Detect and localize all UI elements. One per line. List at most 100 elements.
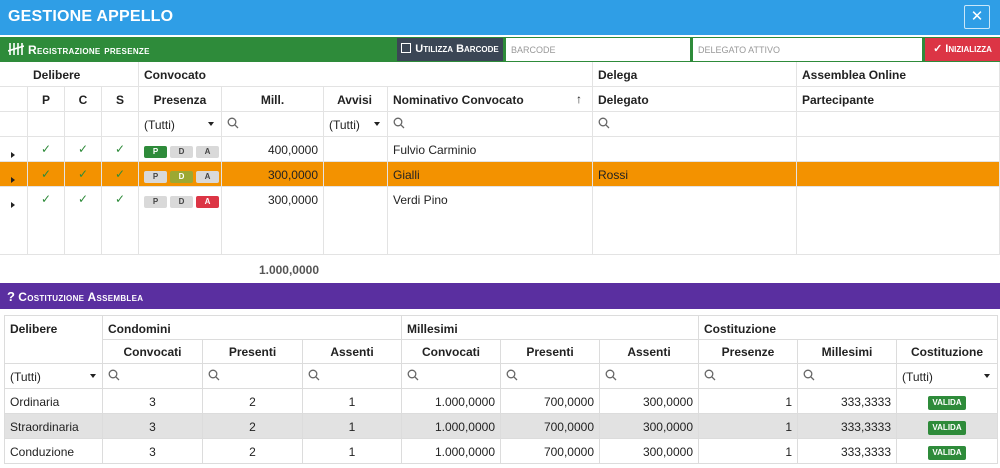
chevron-down-icon	[90, 374, 96, 378]
mill-assenti-value: 300,0000	[600, 389, 699, 414]
delibera-s-check[interactable]: ✓	[102, 162, 139, 187]
millesimi-filter-input[interactable]	[798, 364, 897, 389]
avvisi-filter-select[interactable]: (Tutti)	[324, 112, 388, 137]
checkmark-icon: ✓	[114, 142, 126, 156]
column-header-mill[interactable]: Mill.	[222, 87, 324, 112]
delibera-c-check[interactable]: ✓	[65, 162, 102, 187]
sort-ascending-icon: ↑	[576, 92, 582, 106]
delibera-p-check[interactable]: ✓	[28, 162, 65, 187]
column-header-partecipante[interactable]: Partecipante	[797, 87, 1000, 112]
costituzione-status-cell: VALIDA	[897, 439, 998, 464]
column-header-c[interactable]: C	[65, 87, 102, 112]
status-badge: VALIDA	[928, 446, 966, 460]
use-barcode-button[interactable]: Utilizza Barcode	[397, 38, 503, 61]
search-icon	[598, 117, 610, 129]
presence-p-button[interactable]: P	[144, 171, 167, 183]
column-header-assenti[interactable]: Assenti	[303, 340, 402, 364]
partecipante-value	[797, 187, 1000, 255]
nominativo-value: Verdi Pino	[388, 187, 593, 255]
barcode-icon	[401, 43, 412, 53]
delegato-filter-input[interactable]	[593, 112, 797, 137]
filter-cell-empty	[0, 112, 28, 137]
column-header-presenza[interactable]: Presenza	[139, 87, 222, 112]
presenza-filter-select[interactable]: (Tutti)	[139, 112, 222, 137]
presence-a-button[interactable]: A	[196, 196, 219, 208]
initialize-button[interactable]: ✓ Inizializza	[925, 38, 1000, 61]
presenze-filter-input[interactable]	[699, 364, 798, 389]
delibera-p-check[interactable]: ✓	[28, 187, 65, 255]
presence-d-button[interactable]: D	[170, 171, 193, 183]
presence-d-button[interactable]: D	[170, 146, 193, 158]
delibera-c-check[interactable]: ✓	[65, 137, 102, 162]
assenti-filter-input[interactable]	[303, 364, 402, 389]
nominativo-value: Fulvio Carminio	[388, 137, 593, 162]
chevron-down-icon	[984, 374, 990, 378]
delegato-value: Rossi	[593, 162, 797, 187]
row-expand-button[interactable]	[0, 187, 28, 255]
column-header-delegato[interactable]: Delegato	[593, 87, 797, 112]
mill-assenti-value: 300,0000	[600, 439, 699, 464]
presence-p-button[interactable]: P	[144, 146, 167, 158]
barcode-input[interactable]	[506, 38, 690, 61]
presence-a-button[interactable]: A	[196, 171, 219, 183]
row-expand-button[interactable]	[0, 162, 28, 187]
group-header-delega: Delega	[593, 62, 797, 87]
presenti-filter-input[interactable]	[203, 364, 303, 389]
expand-arrow-icon	[11, 152, 15, 158]
column-header-s[interactable]: S	[102, 87, 139, 112]
nominativo-filter-input[interactable]	[388, 112, 593, 137]
mill-convocati-value: 1.000,0000	[402, 414, 501, 439]
delibera-s-check[interactable]: ✓	[102, 187, 139, 255]
column-header-presenze[interactable]: Presenze	[699, 340, 798, 364]
delegato-value	[593, 187, 797, 255]
delibere-filter-select[interactable]: (Tutti)	[4, 364, 103, 389]
column-header-mill-assenti[interactable]: Assenti	[600, 340, 699, 364]
presence-d-button[interactable]: D	[170, 196, 193, 208]
mill-assenti-filter-input[interactable]	[600, 364, 699, 389]
mill-convocati-filter-input[interactable]	[402, 364, 501, 389]
convocati-value: 3	[103, 414, 203, 439]
delibera-c-check[interactable]: ✓	[65, 187, 102, 255]
delegate-input[interactable]	[693, 38, 922, 61]
column-header-p[interactable]: P	[28, 87, 65, 112]
presence-a-button[interactable]: A	[196, 146, 219, 158]
registration-title: Registrazione presenze	[7, 42, 150, 57]
delibera-s-check[interactable]: ✓	[102, 137, 139, 162]
column-header-presenti[interactable]: Presenti	[203, 340, 303, 364]
column-header-mill-presenti[interactable]: Presenti	[501, 340, 600, 364]
costituzione-filter-value: (Tutti)	[902, 370, 933, 384]
delegato-value	[593, 137, 797, 162]
costituzione-status-cell: VALIDA	[897, 389, 998, 414]
column-header-avvisi[interactable]: Avvisi	[324, 87, 388, 112]
column-header-millesimi[interactable]: Millesimi	[798, 340, 897, 364]
mill-value: 300,0000	[222, 187, 324, 255]
tally-icon	[7, 42, 25, 57]
column-header-mill-convocati[interactable]: Convocati	[402, 340, 501, 364]
delibera-p-check[interactable]: ✓	[28, 137, 65, 162]
nominativo-label: Nominativo Convocato	[393, 93, 524, 107]
row-expand-button[interactable]	[0, 137, 28, 162]
chevron-down-icon	[208, 122, 214, 126]
assenti-value: 1	[303, 389, 402, 414]
mill-presenti-filter-input[interactable]	[501, 364, 600, 389]
nominativo-value: Gialli	[388, 162, 593, 187]
costituzione-grid: Delibere Condomini Millesimi Costituzion…	[0, 315, 1000, 468]
status-badge: VALIDA	[928, 396, 966, 410]
costituzione-filter-select[interactable]: (Tutti)	[897, 364, 998, 389]
convocati-filter-input[interactable]	[103, 364, 203, 389]
checkmark-icon: ✓	[114, 192, 126, 206]
column-header-costituzione[interactable]: Costituzione	[897, 340, 998, 364]
search-icon	[227, 117, 239, 129]
close-button[interactable]: ✕	[964, 5, 990, 29]
delibera-name: Conduzione	[4, 439, 103, 464]
presence-p-button[interactable]: P	[144, 196, 167, 208]
checkmark-icon: ✓	[77, 167, 89, 181]
column-header-nominativo[interactable]: Nominativo Convocato ↑	[388, 87, 593, 112]
mill-presenti-value: 700,0000	[501, 389, 600, 414]
group-header-millesimi: Millesimi	[402, 315, 699, 340]
column-header-convocati[interactable]: Convocati	[103, 340, 203, 364]
window-titlebar: GESTIONE APPELLO ✕	[0, 0, 1000, 35]
checkmark-icon: ✓	[40, 167, 52, 181]
mill-filter-input[interactable]	[222, 112, 324, 137]
avvisi-value	[324, 162, 388, 187]
